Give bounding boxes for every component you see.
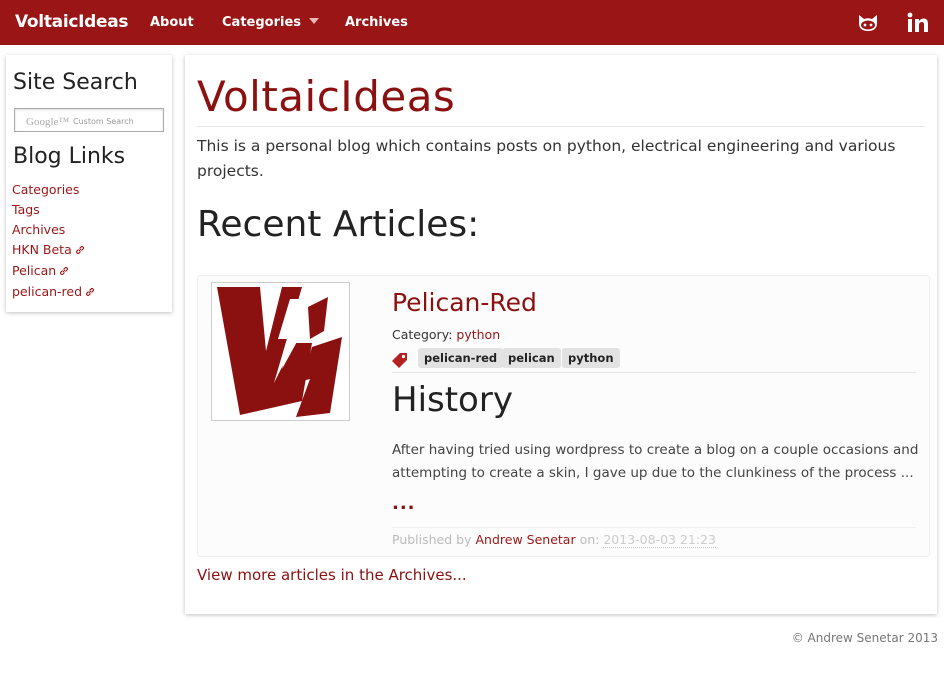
sidebar-link-archives[interactable]: Archives bbox=[12, 222, 65, 237]
blog-links-heading: Blog Links bbox=[13, 144, 126, 169]
footer-copyright: © Andrew Senetar 2013 bbox=[791, 631, 938, 645]
nav-about[interactable]: About bbox=[150, 15, 194, 30]
recent-articles-heading: Recent Articles: bbox=[197, 204, 480, 245]
tag-pelican-red[interactable]: pelican-red bbox=[418, 348, 504, 368]
divider bbox=[197, 126, 925, 127]
sidebar-link-label: HKN Beta bbox=[12, 242, 72, 257]
tag-icon bbox=[392, 353, 407, 368]
sidebar-link-tags[interactable]: Tags bbox=[12, 202, 40, 217]
category-link[interactable]: python bbox=[456, 327, 500, 342]
search-placeholder: Custom Search bbox=[73, 117, 134, 126]
google-logo: Google™ bbox=[26, 116, 70, 128]
sidebar-link-categories[interactable]: Categories bbox=[12, 182, 79, 197]
linkedin-icon[interactable] bbox=[905, 10, 931, 36]
sidebar-link-label: Pelican bbox=[12, 263, 57, 278]
article-heading: History bbox=[392, 380, 513, 420]
nav-categories-label: Categories bbox=[222, 15, 302, 30]
page-title: VoltaicIdeas bbox=[197, 72, 456, 121]
article-summary: After having tried using wordpress to cr… bbox=[392, 442, 919, 481]
site-search-heading: Site Search bbox=[13, 70, 138, 95]
external-link-icon bbox=[75, 245, 84, 255]
article-byline: Published by Andrew Senetar on: 2013-08-… bbox=[392, 532, 716, 548]
read-more-link[interactable]: ... bbox=[392, 493, 416, 514]
main-content: VoltaicIdeas This is a personal blog whi… bbox=[185, 55, 937, 614]
sidebar-link-pelican[interactable]: Pelican bbox=[12, 263, 69, 278]
tag-pelican[interactable]: pelican bbox=[502, 348, 561, 368]
article-title-link[interactable]: Pelican-Red bbox=[392, 288, 537, 317]
article-card: Pelican-Red Category: python pelican-red… bbox=[197, 275, 930, 557]
author-link[interactable]: Andrew Senetar bbox=[475, 532, 575, 547]
external-link-icon bbox=[60, 266, 69, 276]
on-label: on: bbox=[579, 532, 600, 547]
brand-link[interactable]: VoltaicIdeas bbox=[15, 12, 129, 32]
article-thumbnail[interactable] bbox=[211, 282, 350, 421]
nav-categories[interactable]: Categories bbox=[222, 15, 320, 30]
sidebar-link-hkn-beta[interactable]: HKN Beta bbox=[12, 242, 85, 257]
nav-archives[interactable]: Archives bbox=[345, 15, 408, 30]
article-date: 2013-08-03 21:23 bbox=[603, 532, 716, 548]
divider bbox=[392, 527, 916, 528]
tag-python[interactable]: python bbox=[562, 348, 620, 368]
github-icon[interactable] bbox=[855, 10, 881, 36]
article-category: Category: python bbox=[392, 327, 500, 342]
sidebar: Site Search Google™ Custom Search Blog L… bbox=[6, 55, 172, 312]
category-label: Category: bbox=[392, 327, 453, 342]
divider bbox=[392, 372, 916, 373]
sidebar-link-label: pelican-red bbox=[12, 284, 83, 299]
chevron-down-icon bbox=[309, 18, 320, 24]
view-archives-link[interactable]: View more articles in the Archives... bbox=[197, 566, 467, 584]
external-link-icon bbox=[85, 287, 95, 297]
published-by-label: Published by bbox=[392, 532, 472, 547]
voltaic-ideas-logo bbox=[217, 287, 342, 417]
search-input[interactable]: Google™ Custom Search bbox=[14, 108, 164, 132]
sidebar-link-pelican-red[interactable]: pelican-red bbox=[12, 284, 95, 299]
site-intro: This is a personal blog which contains p… bbox=[197, 137, 896, 180]
top-navbar: VoltaicIdeas About Categories Archives bbox=[0, 0, 944, 45]
